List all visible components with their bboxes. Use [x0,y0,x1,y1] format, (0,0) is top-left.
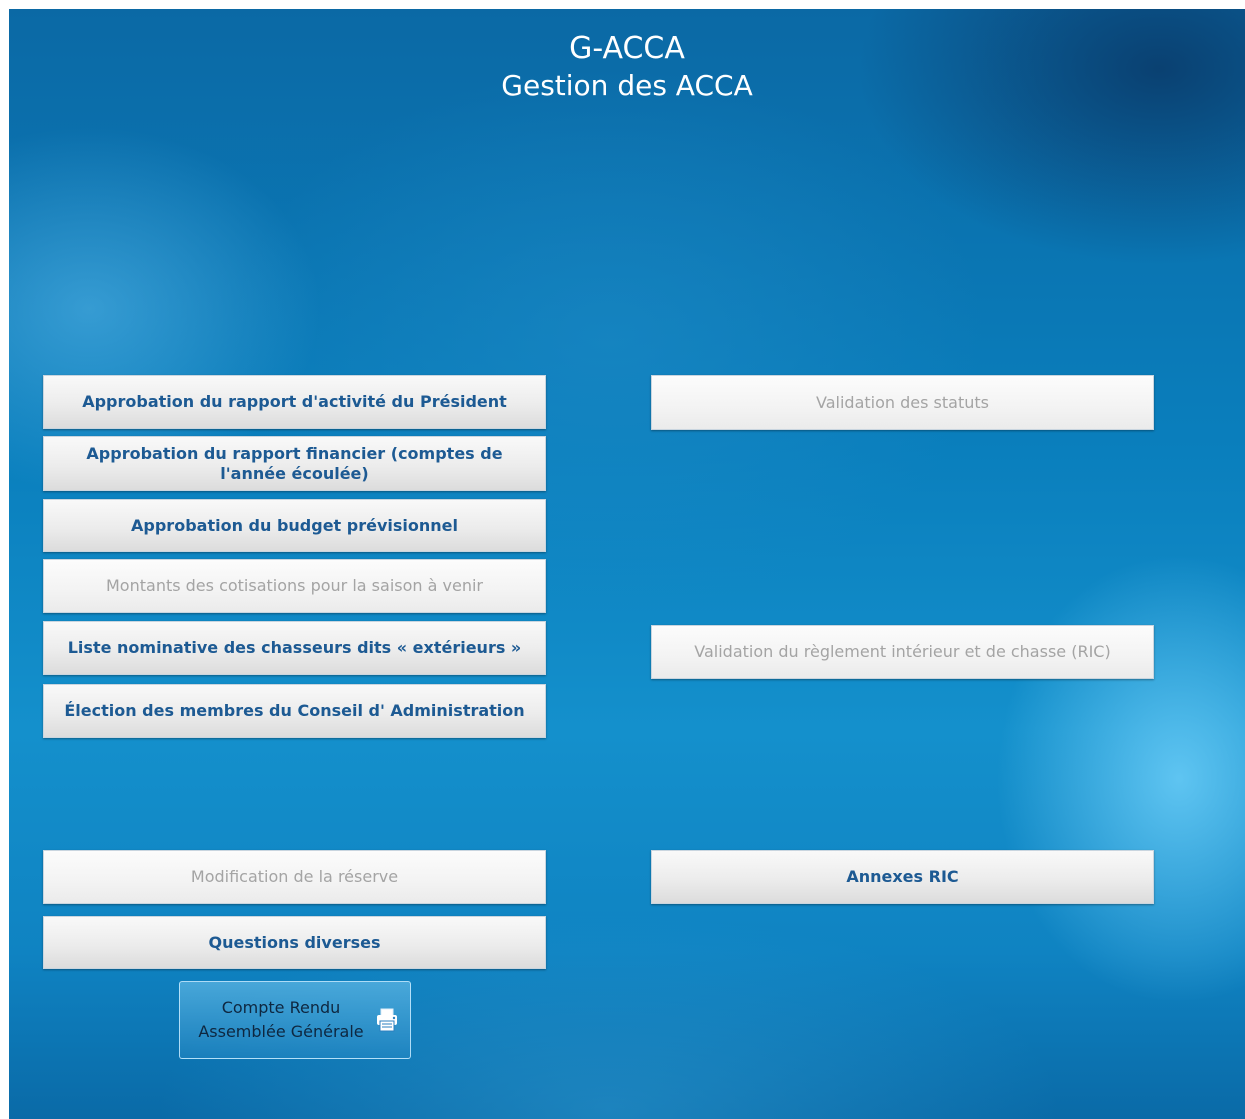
app-window: G-ACCA Gestion des ACCA Approbation du r… [9,9,1245,1119]
ric-annexes-button[interactable]: Annexes RIC [651,850,1154,904]
report-label-line1: Compte Rendu [221,998,341,1017]
board-election-button[interactable]: Élection des membres du Conseil d' Admin… [43,684,546,738]
miscellaneous-questions-button[interactable]: Questions diverses [43,916,546,969]
report-label-line2: Assemblée Générale [198,1022,364,1041]
app-subtitle: Gestion des ACCA [501,69,753,102]
approve-financial-report-button[interactable]: Approbation du rapport financier (compte… [43,436,546,491]
app-title: G-ACCA [569,31,685,66]
report-button-label: Compte Rendu Assemblée Générale [180,996,374,1044]
statutes-validation-button[interactable]: Validation des statuts [651,375,1154,430]
external-hunters-list-button[interactable]: Liste nominative des chasseurs dits « ex… [43,621,546,675]
general-assembly-report-button[interactable]: Compte Rendu Assemblée Générale [179,981,411,1059]
approve-budget-button[interactable]: Approbation du budget prévisionnel [43,499,546,552]
reserve-modification-button[interactable]: Modification de la réserve [43,850,546,904]
ric-validation-button[interactable]: Validation du règlement intérieur et de … [651,625,1154,679]
header: G-ACCA Gestion des ACCA [9,31,1245,105]
membership-fees-button[interactable]: Montants des cotisations pour la saison … [43,559,546,613]
printer-icon [377,1008,397,1032]
approve-president-report-button[interactable]: Approbation du rapport d'activité du Pré… [43,375,546,429]
